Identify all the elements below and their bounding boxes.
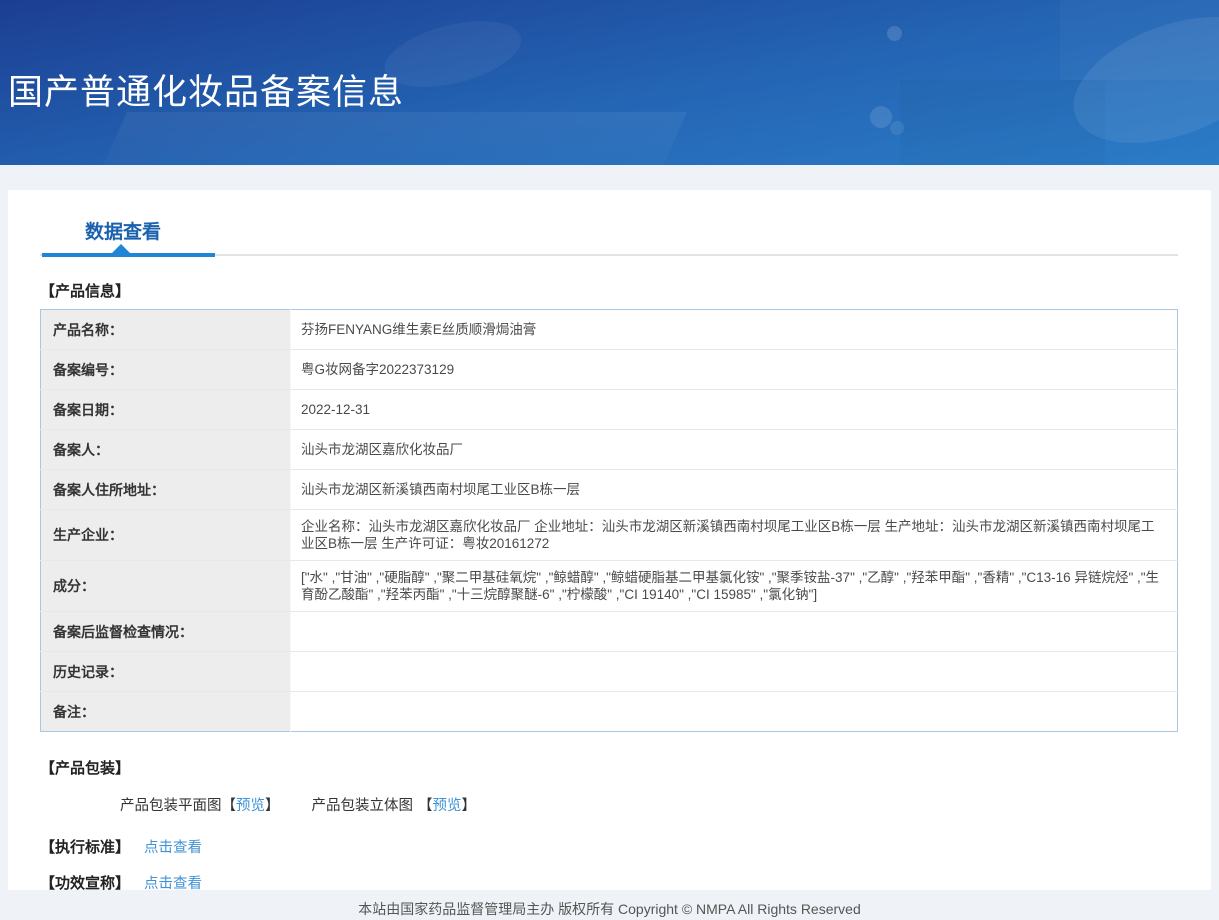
product-info-table: 产品名称： 芬扬FENYANG维生素E丝质顺滑焗油膏 备案编号： 粤G妆网备字2… xyxy=(40,309,1178,732)
row-value: 2022-12-31 xyxy=(290,389,1178,430)
standard-view-link[interactable]: 点击查看 xyxy=(144,840,202,856)
active-tab-arrow-icon xyxy=(112,244,130,253)
standard-row: 【执行标准】 点击查看 xyxy=(40,836,1211,857)
table-row: 备注： xyxy=(40,691,1178,732)
efficacy-row: 【功效宣称】 点击查看 xyxy=(40,872,1211,890)
table-row: 备案人： 汕头市龙湖区嘉欣化妆品厂 xyxy=(40,429,1178,470)
row-value: 粤G妆网备字2022373129 xyxy=(290,349,1178,390)
table-row: 备案日期： 2022-12-31 xyxy=(40,389,1178,430)
page-header-banner: 国产普通化妆品备案信息 xyxy=(0,0,1219,165)
tab-data-view[interactable]: 数据查看 xyxy=(85,217,161,244)
packaging-stereo-preview-link[interactable]: 预览 xyxy=(433,798,462,814)
row-label: 成分： xyxy=(40,560,291,612)
row-value xyxy=(290,611,1178,652)
row-label: 备案编号： xyxy=(40,349,291,390)
decorative-rectangle xyxy=(900,80,1105,165)
row-label: 生产企业： xyxy=(40,509,291,561)
efficacy-heading: 【功效宣称】 xyxy=(40,875,131,890)
tab-bar: 数据查看 xyxy=(8,190,1211,257)
row-label: 备案人： xyxy=(40,429,291,470)
row-value: 汕头市龙湖区嘉欣化妆品厂 xyxy=(290,429,1178,470)
decorative-circle-icon xyxy=(870,106,892,128)
row-value xyxy=(290,651,1178,692)
packaging-flat-preview-link[interactable]: 预览 xyxy=(236,798,265,814)
page-title: 国产普通化妆品备案信息 xyxy=(8,73,405,112)
row-value: 芬扬FENYANG维生素E丝质顺滑焗油膏 xyxy=(290,309,1178,350)
decorative-circle-icon xyxy=(887,26,902,41)
table-row: 产品名称： 芬扬FENYANG维生素E丝质顺滑焗油膏 xyxy=(40,309,1178,350)
row-value: 汕头市龙湖区新溪镇西南村坝尾工业区B栋一层 xyxy=(290,469,1178,510)
packaging-links-row: 产品包装平面图【预览】 产品包装立体图 【预览】 xyxy=(120,794,1211,815)
bracket-close: 】 xyxy=(265,798,280,814)
decorative-polygon xyxy=(102,112,688,165)
product-info-heading: 【产品信息】 xyxy=(40,283,131,300)
standard-heading: 【执行标准】 xyxy=(40,839,131,856)
content-card: 数据查看 【产品信息】 产品名称： 芬扬FENYANG维生素E丝质顺滑焗油膏 备… xyxy=(8,190,1211,890)
packaging-heading: 【产品包装】 xyxy=(40,760,131,777)
table-row: 备案编号： 粤G妆网备字2022373129 xyxy=(40,349,1178,390)
row-value: ["水" ,"甘油" ,"硬脂醇" ,"聚二甲基硅氧烷" ,"鲸蜡醇" ,"鲸蜡… xyxy=(290,560,1178,612)
packaging-stereo-label: 产品包装立体图 xyxy=(311,798,414,814)
table-row: 备案后监督检查情况： xyxy=(40,611,1178,652)
table-row: 生产企业： 企业名称：汕头市龙湖区嘉欣化妆品厂 企业地址：汕头市龙湖区新溪镇西南… xyxy=(40,509,1178,561)
table-row: 成分： ["水" ,"甘油" ,"硬脂醇" ,"聚二甲基硅氧烷" ,"鲸蜡醇" … xyxy=(40,560,1178,612)
row-value: 企业名称：汕头市龙湖区嘉欣化妆品厂 企业地址：汕头市龙湖区新溪镇西南村坝尾工业区… xyxy=(290,509,1178,561)
bracket-open: 【 xyxy=(418,798,433,814)
active-tab-underline xyxy=(42,253,215,257)
page-footer: 本站由国家药品监督管理局主办 版权所有 Copyright © NMPA All… xyxy=(358,901,861,917)
table-row: 备案人住所地址： 汕头市龙湖区新溪镇西南村坝尾工业区B栋一层 xyxy=(40,469,1178,510)
bracket-open: 【 xyxy=(221,798,237,814)
packaging-flat-label: 产品包装平面图 xyxy=(120,798,222,814)
row-label: 备案日期： xyxy=(40,389,291,430)
decorative-rectangle xyxy=(1060,0,1219,80)
decorative-circle-icon xyxy=(890,121,904,135)
row-label: 产品名称： xyxy=(40,309,291,350)
row-label: 历史记录： xyxy=(40,651,291,692)
efficacy-view-link[interactable]: 点击查看 xyxy=(144,876,202,890)
row-value xyxy=(291,692,1178,732)
table-row: 历史记录： xyxy=(40,651,1178,692)
row-label: 备注： xyxy=(40,691,291,732)
row-label: 备案人住所地址： xyxy=(40,469,291,510)
row-label: 备案后监督检查情况： xyxy=(40,611,291,652)
bracket-close: 】 xyxy=(461,798,477,814)
